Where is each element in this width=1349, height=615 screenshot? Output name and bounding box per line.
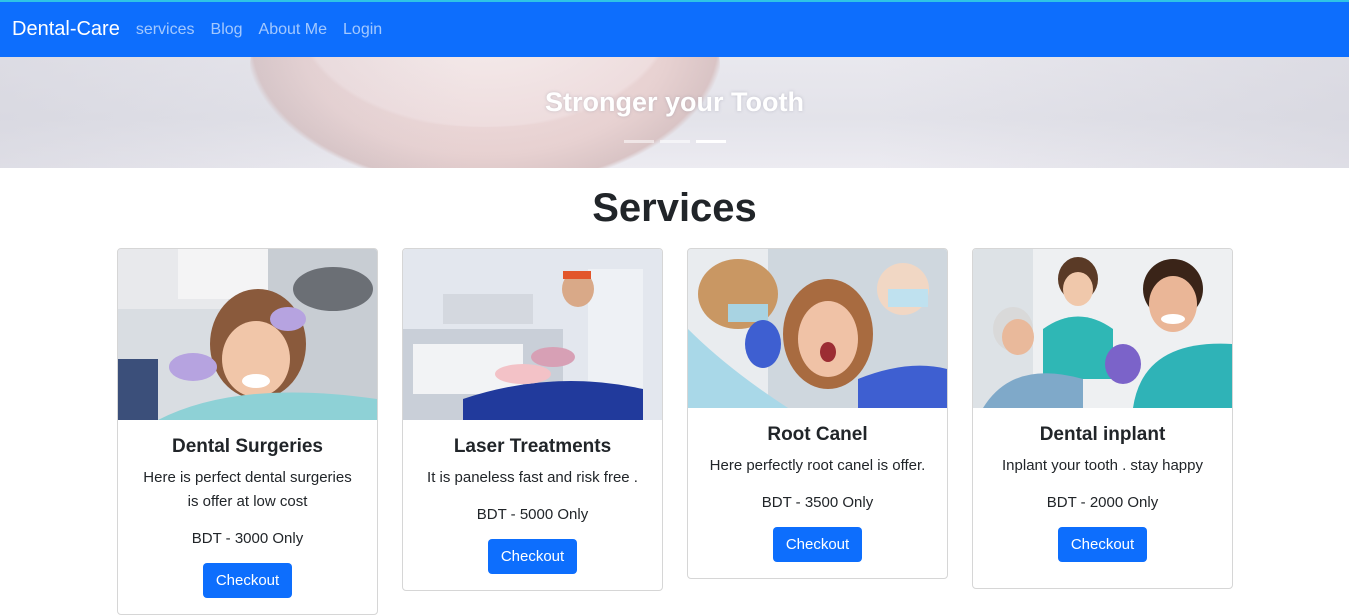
checkout-button[interactable]: Checkout <box>772 527 863 562</box>
card-text: Here perfectly root canel is offer. <box>709 457 926 474</box>
card-price: BDT - 2000 Only <box>1046 494 1159 511</box>
card-price: BDT - 5000 Only <box>476 506 589 523</box>
checkout-button[interactable]: Checkout <box>202 563 293 598</box>
service-card: Root Canel Here perfectly root canel is … <box>687 248 948 579</box>
card-text: Here is perfect dental surgeries is offe… <box>143 469 352 510</box>
card-price: BDT - 3500 Only <box>761 494 874 511</box>
services-heading: Services <box>592 186 757 230</box>
carousel-indicator-3[interactable] <box>696 140 726 143</box>
card-body: Laser Treatments It is paneless fast and… <box>403 420 662 590</box>
card-text: It is paneless fast and risk free . <box>427 469 638 486</box>
carousel-indicator-1[interactable] <box>624 140 654 143</box>
card-title: Dental inplant <box>1039 424 1166 445</box>
card-price: BDT - 3000 Only <box>191 530 304 547</box>
card-title: Laser Treatments <box>453 436 612 457</box>
card-text: Inplant your tooth . stay happy <box>1002 457 1203 474</box>
card-title: Dental Surgeries <box>172 436 323 457</box>
nav-link-about-me[interactable]: About Me <box>259 21 327 39</box>
hero-carousel[interactable]: Stronger your Tooth <box>0 57 1349 168</box>
service-card: Laser Treatments It is paneless fast and… <box>402 248 663 591</box>
service-card: Dental inplant Inplant your tooth . stay… <box>972 248 1233 589</box>
nav-link-login[interactable]: Login <box>343 21 382 39</box>
card-image-laser-treatments <box>403 249 662 420</box>
navbar: Dental-Care services Blog About Me Login <box>0 2 1349 57</box>
brand-logo[interactable]: Dental-Care <box>12 18 120 41</box>
card-image-root-canel <box>688 249 947 408</box>
carousel-indicator-2[interactable] <box>660 140 690 143</box>
card-body: Dental Surgeries Here is perfect dental … <box>118 420 377 614</box>
hero-caption: Stronger your Tooth <box>545 87 804 117</box>
checkout-button[interactable]: Checkout <box>487 539 578 574</box>
card-body: Root Canel Here perfectly root canel is … <box>688 408 947 578</box>
nav-link-services[interactable]: services <box>136 21 195 39</box>
carousel-indicators <box>624 140 732 143</box>
card-image-dental-surgeries <box>118 249 377 420</box>
card-image-dental-inplant <box>973 249 1232 408</box>
checkout-button[interactable]: Checkout <box>1057 527 1148 562</box>
service-card: Dental Surgeries Here is perfect dental … <box>117 248 378 615</box>
card-title: Root Canel <box>767 424 868 445</box>
card-body: Dental inplant Inplant your tooth . stay… <box>973 408 1232 578</box>
nav-link-blog[interactable]: Blog <box>211 21 243 39</box>
